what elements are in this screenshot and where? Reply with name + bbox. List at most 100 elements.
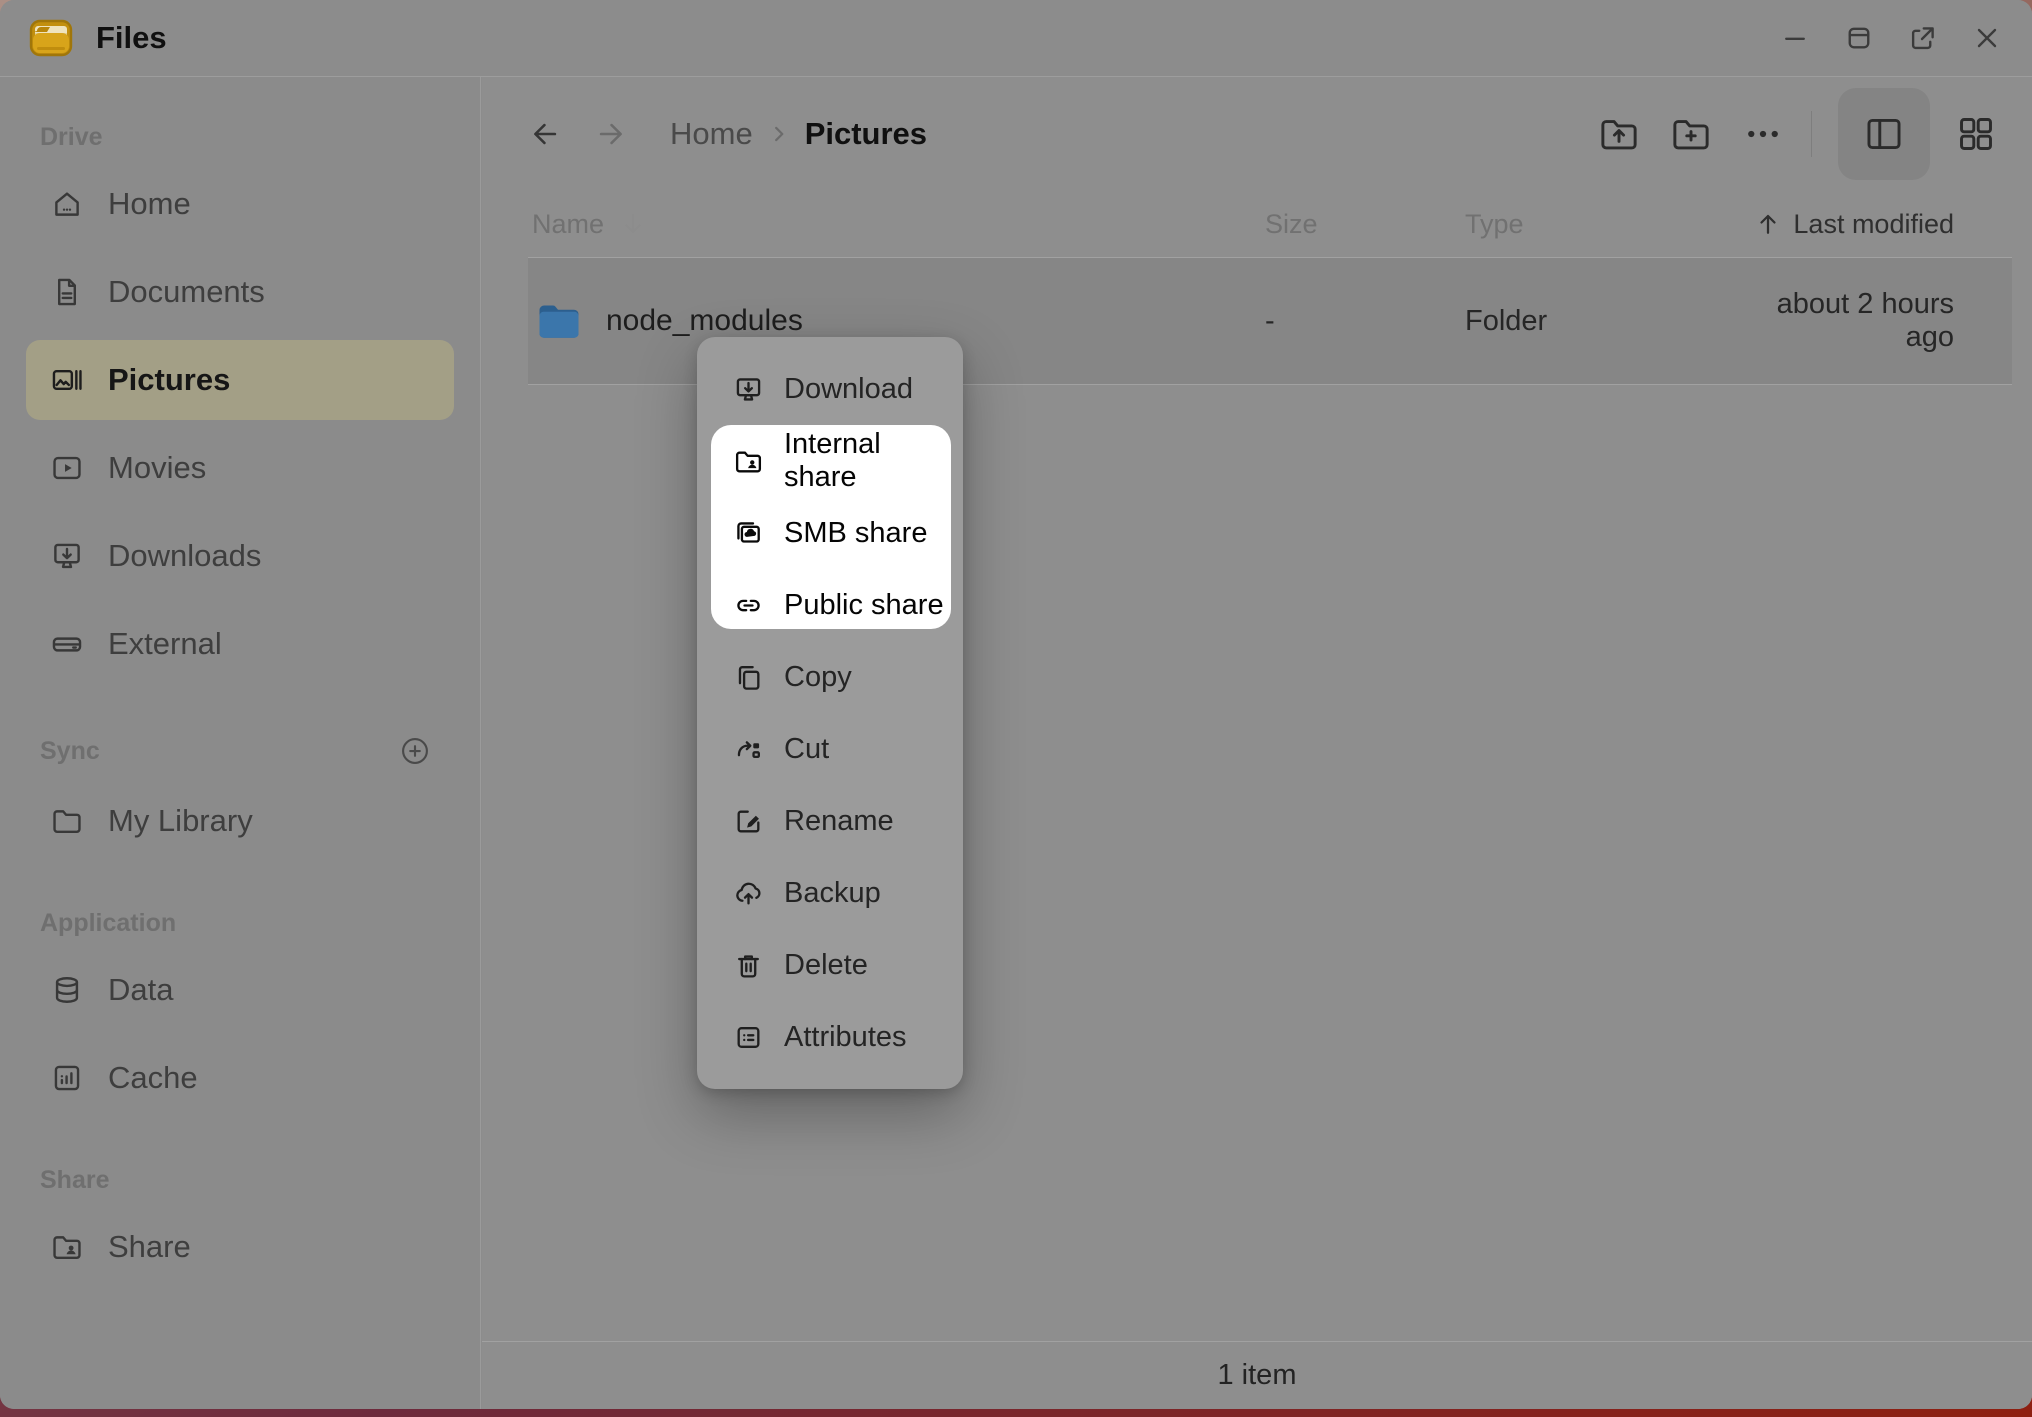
panel-view-toggle[interactable] [1838, 88, 1930, 180]
movies-icon [50, 451, 84, 485]
file-name: node_modules [606, 304, 803, 338]
menu-item-copy[interactable]: Copy [697, 641, 963, 713]
column-header-type[interactable]: Type [1465, 209, 1729, 240]
breadcrumb-home[interactable]: Home [670, 116, 753, 152]
new-folder-icon[interactable] [1669, 112, 1713, 156]
row-modified-cell: about 2 hours ago [1729, 288, 2012, 354]
menu-item-delete[interactable]: Delete [697, 929, 963, 1001]
path-toolbar: Home Pictures [482, 77, 2032, 191]
item-count: 1 item [1218, 1359, 1297, 1392]
sidebar-item-label: External [108, 626, 222, 662]
section-label-sync: Sync [40, 737, 100, 766]
column-label: Name [532, 209, 604, 240]
menu-item-download[interactable]: Download [697, 353, 963, 425]
sidebar-item-downloads[interactable]: Downloads [26, 516, 454, 596]
menu-item-backup[interactable]: Backup [697, 857, 963, 929]
back-arrow-icon[interactable] [528, 117, 562, 151]
menu-item-label: Backup [784, 877, 881, 910]
download-icon [733, 374, 764, 405]
attributes-icon [733, 1022, 764, 1053]
grid-view-icon [1954, 112, 1998, 156]
backup-icon [733, 878, 764, 909]
menu-item-label: Cut [784, 733, 829, 766]
menu-item-public-share[interactable]: Public share [697, 569, 963, 641]
toolbar-actions [1597, 88, 2006, 180]
plus-circle-icon[interactable] [398, 734, 432, 768]
files-app-icon [28, 15, 74, 61]
sidebar-item-data[interactable]: Data [26, 950, 454, 1030]
document-icon [50, 275, 84, 309]
folder-icon [50, 804, 84, 838]
sidebar-item-cache[interactable]: Cache [26, 1038, 454, 1118]
sidebar-item-label: Documents [108, 274, 265, 310]
column-header-size[interactable]: Size [1265, 209, 1465, 240]
menu-item-cut[interactable]: Cut [697, 713, 963, 785]
open-in-new-icon[interactable] [1908, 23, 1938, 53]
sidebar-section-share: Share [0, 1163, 480, 1197]
rename-icon [733, 806, 764, 837]
sort-up-icon [1753, 209, 1783, 239]
panel-view-icon [1862, 112, 1906, 156]
status-bar: 1 item [482, 1341, 2032, 1409]
home-icon [50, 187, 84, 221]
column-header-name[interactable]: Name [528, 209, 1265, 240]
breadcrumb-current: Pictures [805, 116, 927, 152]
chevron-right-icon [765, 120, 793, 148]
sidebar-section-drive: Drive [0, 120, 480, 154]
close-icon[interactable] [1972, 23, 2002, 53]
sidebar-item-external[interactable]: External [26, 604, 454, 684]
sidebar-item-pictures[interactable]: Pictures [26, 340, 454, 420]
more-icon[interactable] [1741, 112, 1785, 156]
column-label: Last modified [1793, 209, 1954, 240]
sidebar-item-label: My Library [108, 803, 253, 839]
menu-item-label: Public share [784, 589, 944, 622]
menu-item-smb-share[interactable]: SMB share [697, 497, 963, 569]
cache-icon [50, 1061, 84, 1095]
grid-view-toggle[interactable] [1946, 112, 2006, 156]
sidebar-item-label: Data [108, 972, 173, 1008]
menu-item-rename[interactable]: Rename [697, 785, 963, 857]
sidebar-item-label: Movies [108, 450, 206, 486]
column-header-modified[interactable]: Last modified [1729, 209, 2012, 240]
database-icon [50, 973, 84, 1007]
sidebar-section-sync: Sync [0, 734, 480, 768]
row-name-cell: node_modules [528, 303, 1265, 339]
cut-icon [733, 734, 764, 765]
sidebar-item-share[interactable]: Share [26, 1207, 454, 1287]
forward-arrow-icon[interactable] [594, 117, 628, 151]
menu-item-label: Copy [784, 661, 852, 694]
folder-upload-icon[interactable] [1597, 112, 1641, 156]
folder-share-icon [50, 1230, 84, 1264]
sidebar-item-my-library[interactable]: My Library [26, 781, 454, 861]
menu-item-attributes[interactable]: Attributes [697, 1001, 963, 1073]
monitor-download-icon [50, 539, 84, 573]
menu-item-label: SMB share [784, 517, 927, 550]
row-type-cell: Folder [1465, 305, 1729, 338]
sidebar-item-label: Downloads [108, 538, 261, 574]
section-label-application: Application [40, 909, 176, 938]
sidebar-item-home[interactable]: Home [26, 164, 454, 244]
context-menu: Download Internal share SMB share Public… [697, 337, 963, 1089]
table-header: Name Size Type Last modified [528, 191, 2012, 258]
section-label-drive: Drive [40, 123, 103, 152]
internal-share-icon [733, 446, 764, 477]
menu-item-label: Download [784, 373, 913, 406]
menu-item-label: Internal share [784, 428, 947, 494]
minimize-icon[interactable] [1780, 23, 1810, 53]
menu-item-label: Delete [784, 949, 868, 982]
sidebar-section-application: Application [0, 906, 480, 940]
sidebar-item-label: Share [108, 1229, 191, 1265]
sidebar-item-documents[interactable]: Documents [26, 252, 454, 332]
row-size-cell: - [1265, 305, 1465, 338]
maximize-icon[interactable] [1844, 23, 1874, 53]
copy-icon [733, 662, 764, 693]
menu-item-label: Attributes [784, 1021, 907, 1054]
window-controls [1780, 23, 2002, 53]
files-app-window: Files Drive Home Documents Pictures Movi… [0, 0, 2032, 1409]
sidebar-item-movies[interactable]: Movies [26, 428, 454, 508]
sidebar-item-label: Pictures [108, 362, 230, 398]
menu-item-internal-share[interactable]: Internal share [697, 425, 963, 497]
sidebar: Drive Home Documents Pictures Movies Dow… [0, 77, 481, 1409]
sort-down-icon [618, 209, 648, 239]
delete-icon [733, 950, 764, 981]
